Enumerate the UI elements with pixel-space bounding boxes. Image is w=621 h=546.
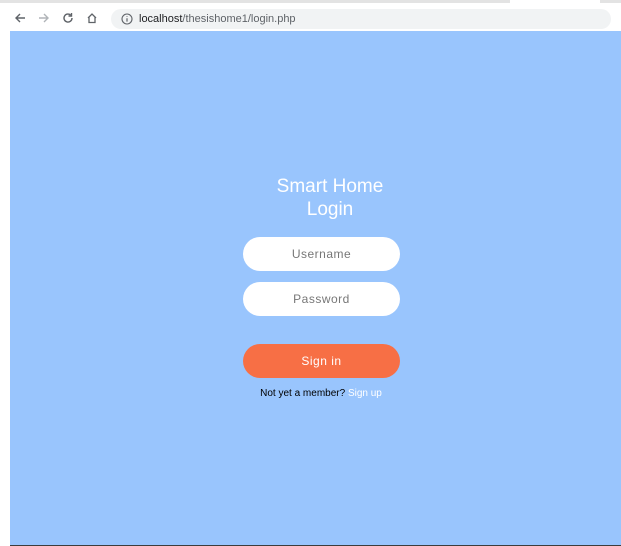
- reload-icon[interactable]: [58, 8, 78, 28]
- back-arrow-icon[interactable]: [10, 8, 30, 28]
- browser-window: localhost/thesishome1/login.php Smart Ho…: [0, 0, 621, 546]
- member-prompt-text: Not yet a member?: [260, 388, 346, 399]
- signup-prompt: Not yet a member? Sign up: [10, 388, 621, 399]
- address-bar[interactable]: localhost/thesishome1/login.php: [111, 9, 611, 29]
- username-input[interactable]: [243, 237, 400, 271]
- tab-strip-edge: [0, 0, 510, 3]
- sign-in-button[interactable]: Sign in: [243, 344, 400, 378]
- title-line-2: Login: [306, 199, 354, 220]
- home-icon[interactable]: [82, 8, 102, 28]
- sign-up-link[interactable]: Sign up: [348, 388, 382, 399]
- info-icon[interactable]: [121, 13, 133, 25]
- page-viewport: Smart Home Login Sign in Not yet a membe…: [10, 31, 621, 545]
- title-line-1: Smart Home: [276, 176, 384, 197]
- url-host: localhost: [139, 13, 183, 25]
- password-input[interactable]: [243, 282, 400, 316]
- browser-toolbar: localhost/thesishome1/login.php: [10, 6, 621, 30]
- page-title: Smart Home Login: [10, 175, 621, 221]
- url-path: /thesishome1/login.php: [182, 13, 296, 25]
- forward-arrow-icon[interactable]: [34, 8, 54, 28]
- tab-strip-edge-right: [600, 0, 621, 3]
